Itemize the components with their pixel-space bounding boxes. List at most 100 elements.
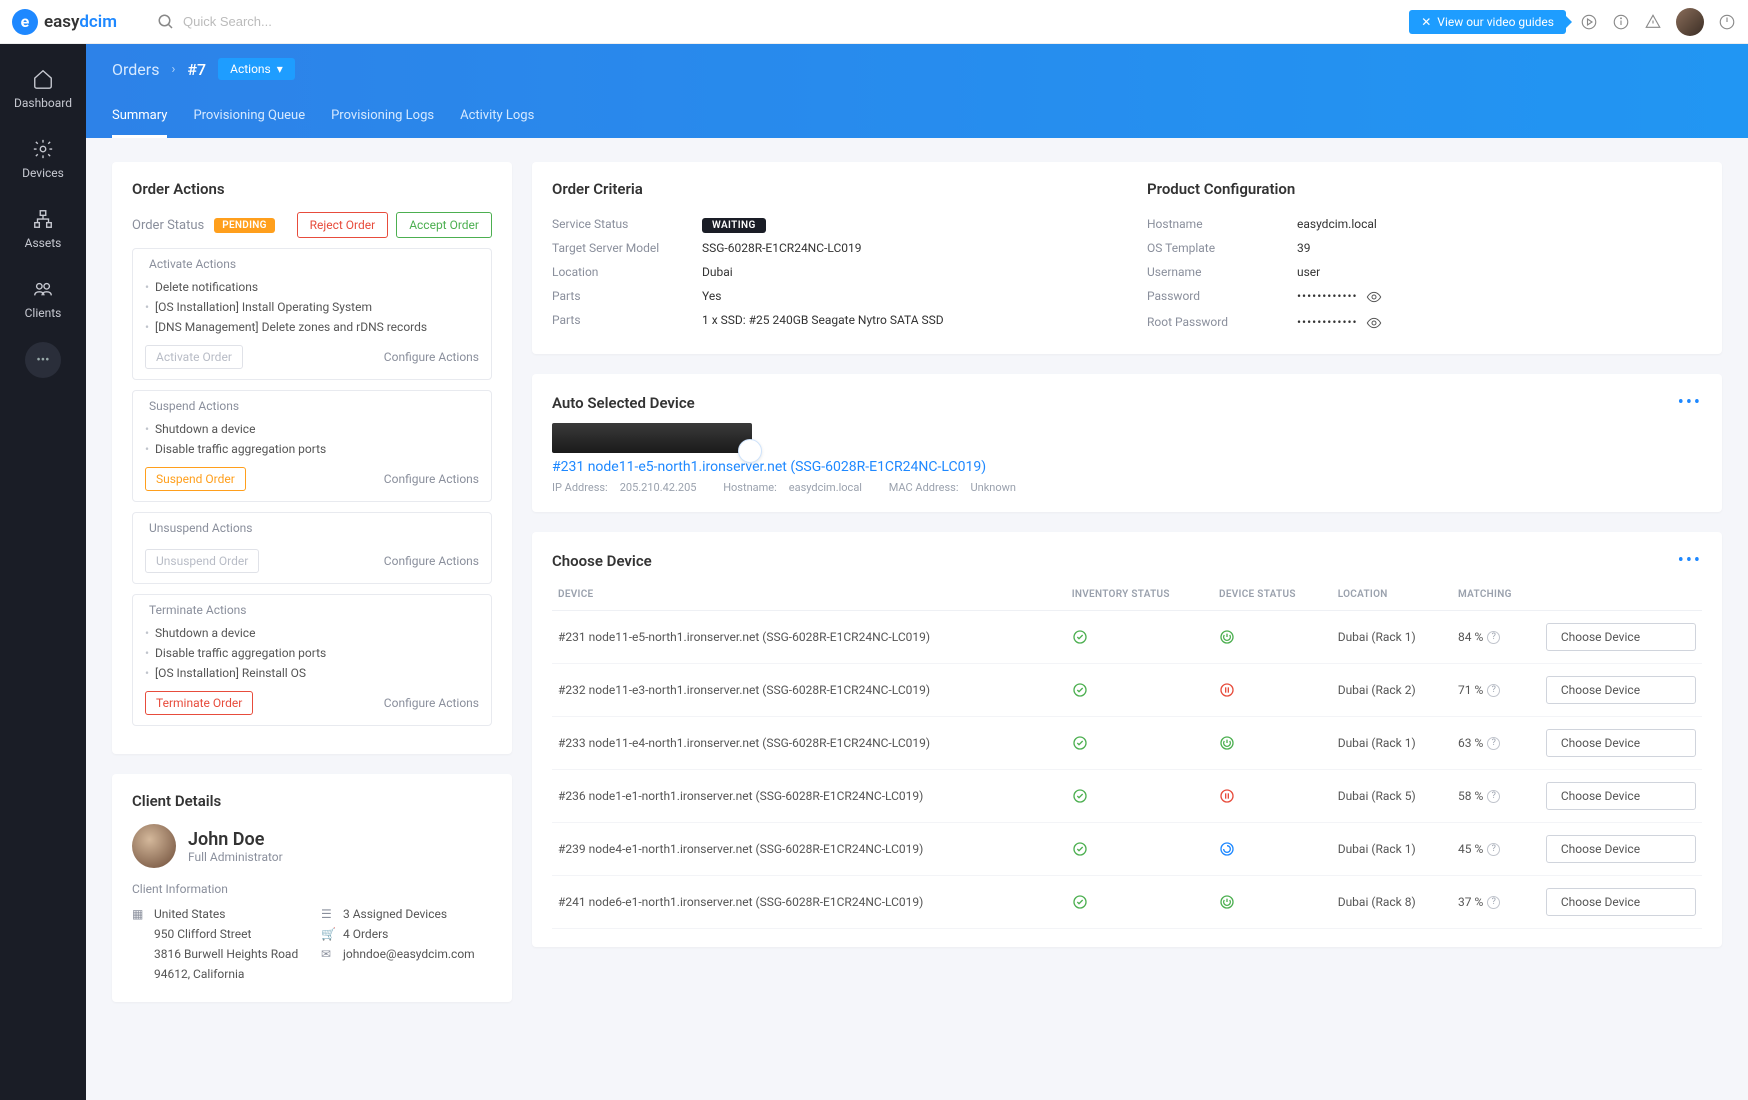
table-row: #231 node11-e5-north1.ironserver.net (SS…	[552, 611, 1702, 664]
config-row: Usernameuser	[1147, 260, 1702, 284]
help-icon[interactable]: ?	[1487, 684, 1500, 697]
criteria-value: WAITING	[702, 217, 1107, 231]
criteria-value: 1 x SSD: #25 240GB Seagate Nytro SATA SS…	[702, 313, 1107, 327]
network-icon	[32, 208, 54, 230]
server-icon: ☰	[321, 907, 335, 921]
device-status-cell	[1213, 823, 1332, 876]
tab-activity-logs[interactable]: Activity Logs	[460, 98, 534, 138]
sidebar-more[interactable]: •••	[25, 342, 61, 378]
status-icon	[1219, 682, 1235, 698]
search-box[interactable]	[157, 13, 1409, 31]
alert-icon[interactable]	[1644, 13, 1662, 31]
table-row: #233 node11-e4-north1.ironserver.net (SS…	[552, 717, 1702, 770]
client-details-card: Client Details John Doe Full Administrat…	[112, 774, 512, 1002]
status-icon	[1219, 788, 1235, 804]
auto-device-link[interactable]: #231 node11-e5-north1.ironserver.net (SS…	[552, 459, 1702, 475]
tab-summary[interactable]: Summary	[112, 98, 167, 138]
matching-cell: 63 %?	[1452, 717, 1540, 770]
suspend-order-button[interactable]: Suspend Order	[145, 467, 246, 491]
choose-device-card: Choose Device ••• DEVICEINVENTORY STATUS…	[532, 532, 1722, 947]
sidebar-item-devices[interactable]: Devices	[0, 126, 86, 192]
info-icon[interactable]	[1612, 13, 1630, 31]
tab-provisioning-queue[interactable]: Provisioning Queue	[193, 98, 305, 138]
help-icon[interactable]: ?	[1487, 896, 1500, 909]
configure-actions-link[interactable]: Configure Actions	[384, 350, 479, 364]
matching-cell: 84 %?	[1452, 611, 1540, 664]
play-icon[interactable]	[1580, 13, 1598, 31]
choose-device-button[interactable]: Choose Device	[1546, 888, 1696, 916]
criteria-label: Target Server Model	[552, 241, 702, 255]
device-name-cell[interactable]: #233 node11-e4-north1.ironserver.net (SS…	[552, 717, 1066, 770]
configure-actions-link[interactable]: Configure Actions	[384, 472, 479, 486]
choose-device-button[interactable]: Choose Device	[1546, 676, 1696, 704]
waiting-badge: WAITING	[702, 218, 766, 233]
status-icon	[1072, 841, 1088, 857]
criteria-value: Dubai	[702, 265, 1107, 279]
choose-device-button[interactable]: Choose Device	[1546, 782, 1696, 810]
kebab-menu[interactable]: •••	[1678, 550, 1702, 571]
device-status-cell	[1213, 611, 1332, 664]
eye-icon[interactable]	[1366, 315, 1382, 331]
client-orders[interactable]: 🛒 4 Orders	[321, 924, 492, 944]
sidebar-item-assets[interactable]: Assets	[0, 196, 86, 262]
eye-icon[interactable]	[1366, 289, 1382, 305]
power-icon[interactable]	[1718, 13, 1736, 31]
table-header: MATCHING	[1452, 579, 1540, 611]
logo-icon: e	[12, 9, 38, 35]
logo-text: easydcim	[44, 12, 117, 32]
help-icon[interactable]: ?	[1487, 790, 1500, 803]
sidebar: Dashboard Devices Assets Clients •••	[0, 44, 86, 1100]
terminate-order-button[interactable]: Terminate Order	[145, 691, 253, 715]
action-item: [DNS Management] Delete zones and rDNS r…	[145, 317, 479, 337]
cart-icon: 🛒	[321, 927, 335, 941]
action-item: [OS Installation] Install Operating Syst…	[145, 297, 479, 317]
video-guides-button[interactable]: ✕ View our video guides	[1409, 10, 1566, 34]
choose-device-button[interactable]: Choose Device	[1546, 835, 1696, 863]
reject-order-button[interactable]: Reject Order	[297, 212, 389, 238]
configure-actions-link[interactable]: Configure Actions	[384, 696, 479, 710]
search-input[interactable]	[183, 14, 383, 29]
choose-device-button[interactable]: Choose Device	[1546, 729, 1696, 757]
order-criteria-title: Order Criteria	[552, 180, 1107, 198]
device-image	[552, 423, 752, 453]
help-icon[interactable]: ?	[1487, 737, 1500, 750]
config-label: OS Template	[1147, 241, 1297, 255]
criteria-label: Parts	[552, 313, 702, 327]
action-item: Shutdown a device	[145, 623, 479, 643]
page-header: Orders › #7 Actions ▾ SummaryProvisionin…	[86, 44, 1748, 138]
help-icon[interactable]: ?	[1487, 843, 1500, 856]
sidebar-item-dashboard[interactable]: Dashboard	[0, 56, 86, 122]
tab-provisioning-logs[interactable]: Provisioning Logs	[331, 98, 434, 138]
logo[interactable]: e easydcim	[12, 9, 117, 35]
kebab-menu[interactable]: •••	[1678, 392, 1702, 413]
tabs: Summary Provisioning Queue Provisioning Lo…	[112, 98, 1722, 138]
device-status-cell	[1213, 770, 1332, 823]
status-icon	[1219, 629, 1235, 645]
criteria-label: Service Status	[552, 217, 702, 231]
sidebar-item-clients[interactable]: Clients	[0, 266, 86, 332]
device-name-cell[interactable]: #236 node1-e1-north1.ironserver.net (SSG…	[552, 770, 1066, 823]
client-devices[interactable]: ☰ 3 Assigned Devices	[321, 904, 492, 924]
avatar[interactable]	[1676, 8, 1704, 36]
device-status-cell	[1213, 664, 1332, 717]
device-name-cell[interactable]: #241 node6-e1-north1.ironserver.net (SSG…	[552, 876, 1066, 929]
configure-actions-link[interactable]: Configure Actions	[384, 554, 479, 568]
matching-cell: 71 %?	[1452, 664, 1540, 717]
client-address-line: 3816 Burwell Heights Road	[132, 944, 303, 964]
location-cell: Dubai (Rack 1)	[1332, 717, 1452, 770]
device-name-cell[interactable]: #239 node4-e1-north1.ironserver.net (SSG…	[552, 823, 1066, 876]
choose-device-button[interactable]: Choose Device	[1546, 623, 1696, 651]
device-name-cell[interactable]: #232 node11-e3-north1.ironserver.net (SS…	[552, 664, 1066, 717]
device-name-cell[interactable]: #231 node11-e5-north1.ironserver.net (SS…	[552, 611, 1066, 664]
config-label: Password	[1147, 289, 1297, 305]
client-name[interactable]: John Doe	[188, 829, 283, 850]
client-email[interactable]: ✉ johndoe@easydcim.com	[321, 944, 492, 964]
inventory-status-cell	[1066, 823, 1213, 876]
actions-dropdown[interactable]: Actions ▾	[218, 58, 295, 80]
breadcrumb-orders[interactable]: Orders	[112, 60, 159, 79]
unsuspend-order-button: Unsuspend Order	[145, 549, 259, 573]
client-avatar[interactable]	[132, 824, 176, 868]
help-icon[interactable]: ?	[1487, 631, 1500, 644]
action-group: Activate ActionsDelete notifications[OS …	[132, 248, 492, 380]
accept-order-button[interactable]: Accept Order	[396, 212, 492, 238]
